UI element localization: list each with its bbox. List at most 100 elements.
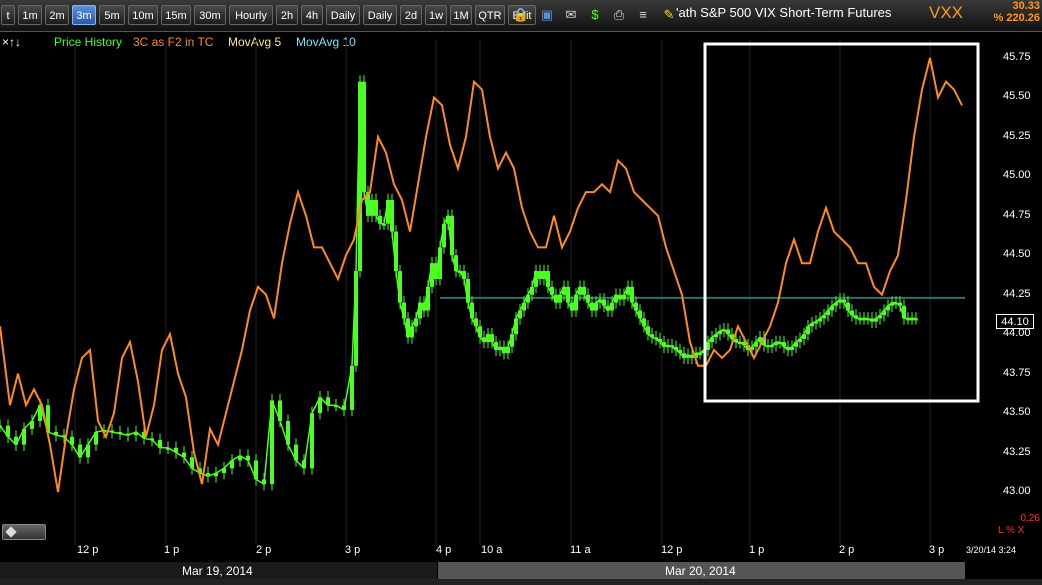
y-tick-label: 44.75	[1003, 208, 1031, 221]
lock-icon[interactable]: 🔒	[512, 6, 530, 24]
price-bar	[558, 294, 562, 303]
price-bar	[914, 318, 918, 321]
price-bar	[870, 318, 874, 322]
timeframe-button-10m[interactable]: 10m	[128, 5, 158, 25]
price-bar	[802, 334, 806, 339]
price-bar	[438, 247, 442, 279]
price-bar	[362, 81, 366, 193]
legend-movavg-10[interactable]: MovAvg 10	[296, 35, 356, 49]
price-bar	[706, 342, 710, 350]
price-bar	[566, 286, 570, 303]
price-bar	[390, 200, 394, 232]
price-bar	[286, 420, 290, 445]
price-bar	[134, 432, 138, 436]
current-price-label: 44.10	[996, 314, 1034, 329]
price-bar	[730, 334, 734, 339]
price-bar	[814, 321, 818, 324]
horizontal-scrollbar[interactable]	[0, 579, 1042, 585]
price-bar	[910, 318, 914, 321]
price-bar	[666, 345, 670, 348]
timeframe-button-4h[interactable]: 4h	[301, 5, 323, 25]
timeframe-button-qtr[interactable]: QTR	[475, 5, 505, 25]
price-bar	[366, 192, 370, 216]
price-chart[interactable]	[0, 0, 1042, 585]
price-bar	[654, 337, 658, 340]
price-bar	[662, 342, 666, 347]
price-bar	[478, 326, 482, 338]
price-bar	[214, 473, 218, 477]
price-bar	[358, 81, 362, 272]
price-bar	[434, 263, 438, 279]
price-bar	[890, 302, 894, 306]
lower-panel-value: 0.26	[1020, 513, 1040, 524]
price-bar	[382, 223, 386, 226]
security-title: 'ath S&P 500 VIX Short-Term Futures	[676, 5, 892, 20]
price-bar	[518, 310, 522, 319]
timeframe-button-hourly[interactable]: Hourly	[229, 5, 273, 25]
save-icon[interactable]: ▣	[538, 6, 556, 24]
y-tick-label: 43.75	[1003, 366, 1031, 379]
price-bar	[78, 444, 82, 458]
last-price: 30.33	[1012, 0, 1040, 12]
price-bar	[634, 302, 638, 311]
price-bar	[270, 400, 274, 485]
timeframe-button-30m[interactable]: 30m	[194, 5, 226, 25]
price-bar	[774, 342, 778, 346]
price-bar	[726, 329, 730, 335]
price-bar	[642, 318, 646, 327]
price-bar	[758, 337, 762, 343]
price-bar	[502, 346, 506, 354]
price-bar	[302, 460, 306, 469]
price-bar	[586, 294, 590, 303]
price-bar	[334, 405, 338, 408]
legend-arrows-icon[interactable]: ×↑↓	[2, 35, 21, 49]
price-bar	[450, 215, 454, 256]
timeframe-button-daily[interactable]: Daily	[363, 5, 397, 25]
price-bar	[746, 345, 750, 350]
price-bar	[46, 405, 50, 433]
timeframe-button-15m[interactable]: 15m	[161, 5, 191, 25]
price-bar	[606, 305, 610, 311]
price-bar	[422, 302, 426, 311]
x-tick-label: 2 p	[839, 544, 855, 556]
timeframe-button-3m[interactable]: 3m	[72, 5, 96, 25]
price-bar	[834, 302, 838, 306]
timeframe-button-5m[interactable]: 5m	[99, 5, 125, 25]
ticker-symbol: VXX	[929, 3, 964, 22]
scroll-handle[interactable]	[2, 524, 46, 540]
legend-movavg-5[interactable]: MovAvg 5	[228, 35, 281, 49]
scale-toggles[interactable]: L % X	[998, 525, 1024, 536]
price-bar	[278, 400, 282, 421]
y-tick-label: 45.50	[1003, 90, 1031, 103]
price-bar	[866, 318, 870, 321]
timeframe-button-daily[interactable]: Daily	[326, 5, 360, 25]
timeframe-button-t[interactable]: t	[1, 5, 15, 25]
timeframe-button-2d[interactable]: 2d	[400, 5, 422, 25]
dollar-icon[interactable]: $	[586, 6, 604, 24]
timeframe-button-2h[interactable]: 2h	[276, 5, 298, 25]
x-tick-label: 10 a	[481, 544, 503, 556]
price-bar	[894, 302, 898, 305]
legend-indicator[interactable]: 3C as F2 in TC	[133, 35, 213, 49]
price-bar	[110, 430, 114, 433]
price-bar	[798, 338, 802, 343]
timeframe-button-1w[interactable]: 1w	[425, 5, 447, 25]
y-tick-label: 43.00	[1003, 485, 1031, 497]
legend-price-history[interactable]: Price History	[54, 35, 122, 49]
mail-icon[interactable]: ✉	[562, 6, 580, 24]
timeframe-button-1m[interactable]: 1m	[18, 5, 42, 25]
price-bar	[714, 334, 718, 338]
print-icon[interactable]: ⎙	[610, 6, 628, 24]
timeframe-button-2m[interactable]: 2m	[45, 5, 69, 25]
price-bar	[650, 334, 654, 338]
price-bar	[582, 286, 586, 295]
price-bar	[542, 271, 546, 279]
x-tick-label: 3 p	[345, 544, 361, 556]
price-bar	[858, 318, 862, 321]
list-icon[interactable]: ≡	[634, 6, 652, 24]
timeframe-button-1m[interactable]: 1M	[450, 5, 472, 25]
price-bar	[474, 318, 478, 327]
price-line	[0, 81, 916, 486]
price-bar	[486, 334, 490, 343]
price-bar	[906, 318, 910, 321]
